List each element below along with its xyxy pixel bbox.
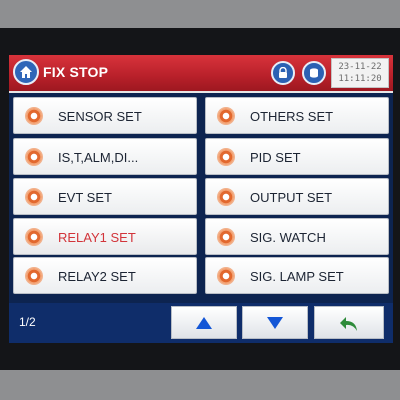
lock-button[interactable] [271,61,295,85]
datetime-display: 23-11-22 11:11:20 [331,58,389,88]
others-set-button[interactable]: OTHERS SET [205,97,389,134]
page-title: FIX STOP [43,64,109,80]
page-down-button[interactable] [242,306,308,339]
relay1-set-button[interactable]: RELAY1 SET [13,218,197,255]
output-set-button[interactable]: OUTPUT SET [205,178,389,215]
sensor-set-button[interactable]: SENSOR SET [13,97,197,134]
evt-set-button[interactable]: EVT SET [13,178,197,215]
sig-lamp-set-button[interactable]: SIG. LAMP SET [205,257,389,294]
home-icon[interactable] [13,59,39,85]
gear-icon [218,108,234,124]
gear-icon [218,229,234,245]
menu-label: EVT SET [58,190,112,205]
arrow-down-icon [267,317,283,329]
menu-label: PID SET [250,150,301,165]
page-indicator: 1/2 [19,315,36,329]
is-t-alm-di-button[interactable]: IS,T,ALM,DI... [13,138,197,175]
page-up-button[interactable] [171,306,237,339]
gear-icon [218,189,234,205]
gear-icon [26,149,42,165]
lock-icon [279,67,287,78]
database-icon [310,68,318,78]
database-button[interactable] [302,61,326,85]
relay2-set-button[interactable]: RELAY2 SET [13,257,197,294]
pid-set-button[interactable]: PID SET [205,138,389,175]
menu-label: RELAY1 SET [58,230,136,245]
menu-label: OUTPUT SET [250,190,333,205]
gear-icon [218,268,234,284]
menu-label: SIG. WATCH [250,230,326,245]
header-bar: FIX STOP 23-11-22 11:11:20 [9,55,393,93]
date-text: 23-11-22 [338,62,382,72]
hmi-screen: FIX STOP 23-11-22 11:11:20 SENSOR SET IS… [9,55,393,343]
time-text: 11:11:20 [338,74,382,84]
gear-icon [26,268,42,284]
arrow-up-icon [196,317,212,329]
back-arrow-icon [340,317,357,331]
back-button[interactable] [314,306,384,339]
gear-icon [26,108,42,124]
menu-label: RELAY2 SET [58,269,136,284]
gear-icon [26,189,42,205]
menu-label: IS,T,ALM,DI... [58,150,139,165]
menu-label: SIG. LAMP SET [250,269,344,284]
sig-watch-button[interactable]: SIG. WATCH [205,218,389,255]
menu-label: SENSOR SET [58,109,142,124]
bottom-bar: 1/2 [9,303,393,343]
menu-label: OTHERS SET [250,109,334,124]
gear-icon [218,149,234,165]
gear-icon [26,229,42,245]
